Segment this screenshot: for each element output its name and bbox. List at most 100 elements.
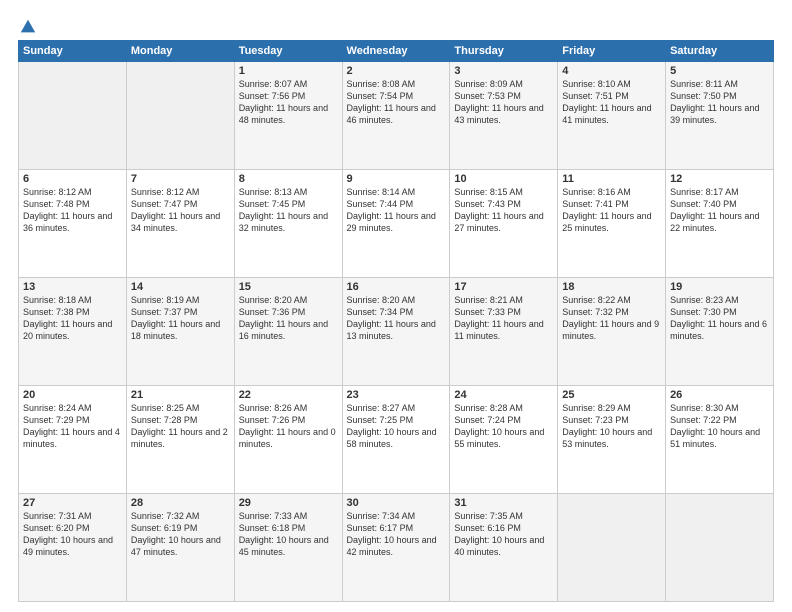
day-number: 3 <box>454 65 553 77</box>
day-number: 18 <box>562 281 661 293</box>
day-number: 4 <box>562 65 661 77</box>
day-cell: 14Sunrise: 8:19 AM Sunset: 7:37 PM Dayli… <box>126 278 234 386</box>
day-info: Sunrise: 8:16 AM Sunset: 7:41 PM Dayligh… <box>562 186 661 235</box>
day-number: 19 <box>670 281 769 293</box>
day-number: 6 <box>23 173 122 185</box>
day-number: 26 <box>670 389 769 401</box>
day-info: Sunrise: 8:10 AM Sunset: 7:51 PM Dayligh… <box>562 78 661 127</box>
day-cell <box>666 494 774 602</box>
week-row-3: 13Sunrise: 8:18 AM Sunset: 7:38 PM Dayli… <box>19 278 774 386</box>
day-info: Sunrise: 8:24 AM Sunset: 7:29 PM Dayligh… <box>23 402 122 451</box>
week-row-4: 20Sunrise: 8:24 AM Sunset: 7:29 PM Dayli… <box>19 386 774 494</box>
day-cell: 31Sunrise: 7:35 AM Sunset: 6:16 PM Dayli… <box>450 494 558 602</box>
day-cell: 5Sunrise: 8:11 AM Sunset: 7:50 PM Daylig… <box>666 62 774 170</box>
header <box>18 18 774 32</box>
day-cell: 7Sunrise: 8:12 AM Sunset: 7:47 PM Daylig… <box>126 170 234 278</box>
day-cell: 16Sunrise: 8:20 AM Sunset: 7:34 PM Dayli… <box>342 278 450 386</box>
day-cell: 19Sunrise: 8:23 AM Sunset: 7:30 PM Dayli… <box>666 278 774 386</box>
day-number: 11 <box>562 173 661 185</box>
weekday-header-row: SundayMondayTuesdayWednesdayThursdayFrid… <box>19 41 774 62</box>
day-cell: 18Sunrise: 8:22 AM Sunset: 7:32 PM Dayli… <box>558 278 666 386</box>
calendar: SundayMondayTuesdayWednesdayThursdayFrid… <box>18 40 774 602</box>
weekday-header-monday: Monday <box>126 41 234 62</box>
day-number: 27 <box>23 497 122 509</box>
day-number: 25 <box>562 389 661 401</box>
day-info: Sunrise: 8:23 AM Sunset: 7:30 PM Dayligh… <box>670 294 769 343</box>
page: SundayMondayTuesdayWednesdayThursdayFrid… <box>0 0 792 612</box>
day-info: Sunrise: 8:11 AM Sunset: 7:50 PM Dayligh… <box>670 78 769 127</box>
day-info: Sunrise: 8:22 AM Sunset: 7:32 PM Dayligh… <box>562 294 661 343</box>
day-info: Sunrise: 7:32 AM Sunset: 6:19 PM Dayligh… <box>131 510 230 559</box>
day-number: 22 <box>239 389 338 401</box>
day-info: Sunrise: 8:25 AM Sunset: 7:28 PM Dayligh… <box>131 402 230 451</box>
day-cell: 8Sunrise: 8:13 AM Sunset: 7:45 PM Daylig… <box>234 170 342 278</box>
weekday-header-friday: Friday <box>558 41 666 62</box>
day-number: 31 <box>454 497 553 509</box>
day-cell: 15Sunrise: 8:20 AM Sunset: 7:36 PM Dayli… <box>234 278 342 386</box>
day-number: 20 <box>23 389 122 401</box>
day-info: Sunrise: 8:12 AM Sunset: 7:47 PM Dayligh… <box>131 186 230 235</box>
day-info: Sunrise: 8:27 AM Sunset: 7:25 PM Dayligh… <box>347 402 446 451</box>
week-row-2: 6Sunrise: 8:12 AM Sunset: 7:48 PM Daylig… <box>19 170 774 278</box>
week-row-5: 27Sunrise: 7:31 AM Sunset: 6:20 PM Dayli… <box>19 494 774 602</box>
day-cell: 1Sunrise: 8:07 AM Sunset: 7:56 PM Daylig… <box>234 62 342 170</box>
day-number: 2 <box>347 65 446 77</box>
weekday-header-tuesday: Tuesday <box>234 41 342 62</box>
day-cell: 22Sunrise: 8:26 AM Sunset: 7:26 PM Dayli… <box>234 386 342 494</box>
day-info: Sunrise: 7:34 AM Sunset: 6:17 PM Dayligh… <box>347 510 446 559</box>
day-info: Sunrise: 7:31 AM Sunset: 6:20 PM Dayligh… <box>23 510 122 559</box>
day-info: Sunrise: 8:28 AM Sunset: 7:24 PM Dayligh… <box>454 402 553 451</box>
day-number: 10 <box>454 173 553 185</box>
day-info: Sunrise: 7:35 AM Sunset: 6:16 PM Dayligh… <box>454 510 553 559</box>
day-cell: 10Sunrise: 8:15 AM Sunset: 7:43 PM Dayli… <box>450 170 558 278</box>
day-number: 9 <box>347 173 446 185</box>
day-cell: 26Sunrise: 8:30 AM Sunset: 7:22 PM Dayli… <box>666 386 774 494</box>
day-cell: 28Sunrise: 7:32 AM Sunset: 6:19 PM Dayli… <box>126 494 234 602</box>
day-cell: 9Sunrise: 8:14 AM Sunset: 7:44 PM Daylig… <box>342 170 450 278</box>
day-cell: 24Sunrise: 8:28 AM Sunset: 7:24 PM Dayli… <box>450 386 558 494</box>
day-number: 17 <box>454 281 553 293</box>
day-cell: 4Sunrise: 8:10 AM Sunset: 7:51 PM Daylig… <box>558 62 666 170</box>
day-number: 16 <box>347 281 446 293</box>
week-row-1: 1Sunrise: 8:07 AM Sunset: 7:56 PM Daylig… <box>19 62 774 170</box>
day-info: Sunrise: 8:20 AM Sunset: 7:36 PM Dayligh… <box>239 294 338 343</box>
day-number: 1 <box>239 65 338 77</box>
day-info: Sunrise: 7:33 AM Sunset: 6:18 PM Dayligh… <box>239 510 338 559</box>
day-cell <box>126 62 234 170</box>
day-cell: 23Sunrise: 8:27 AM Sunset: 7:25 PM Dayli… <box>342 386 450 494</box>
day-number: 30 <box>347 497 446 509</box>
day-info: Sunrise: 8:12 AM Sunset: 7:48 PM Dayligh… <box>23 186 122 235</box>
weekday-header-wednesday: Wednesday <box>342 41 450 62</box>
day-info: Sunrise: 8:13 AM Sunset: 7:45 PM Dayligh… <box>239 186 338 235</box>
day-cell: 6Sunrise: 8:12 AM Sunset: 7:48 PM Daylig… <box>19 170 127 278</box>
day-number: 8 <box>239 173 338 185</box>
weekday-header-saturday: Saturday <box>666 41 774 62</box>
day-cell: 20Sunrise: 8:24 AM Sunset: 7:29 PM Dayli… <box>19 386 127 494</box>
day-number: 13 <box>23 281 122 293</box>
day-info: Sunrise: 8:14 AM Sunset: 7:44 PM Dayligh… <box>347 186 446 235</box>
day-number: 28 <box>131 497 230 509</box>
day-cell: 29Sunrise: 7:33 AM Sunset: 6:18 PM Dayli… <box>234 494 342 602</box>
day-info: Sunrise: 8:20 AM Sunset: 7:34 PM Dayligh… <box>347 294 446 343</box>
day-number: 14 <box>131 281 230 293</box>
day-cell: 12Sunrise: 8:17 AM Sunset: 7:40 PM Dayli… <box>666 170 774 278</box>
weekday-header-sunday: Sunday <box>19 41 127 62</box>
day-cell: 3Sunrise: 8:09 AM Sunset: 7:53 PM Daylig… <box>450 62 558 170</box>
day-info: Sunrise: 8:09 AM Sunset: 7:53 PM Dayligh… <box>454 78 553 127</box>
day-number: 29 <box>239 497 338 509</box>
day-number: 5 <box>670 65 769 77</box>
day-info: Sunrise: 8:29 AM Sunset: 7:23 PM Dayligh… <box>562 402 661 451</box>
day-cell: 2Sunrise: 8:08 AM Sunset: 7:54 PM Daylig… <box>342 62 450 170</box>
day-cell: 27Sunrise: 7:31 AM Sunset: 6:20 PM Dayli… <box>19 494 127 602</box>
day-number: 7 <box>131 173 230 185</box>
day-cell <box>19 62 127 170</box>
day-number: 12 <box>670 173 769 185</box>
logo <box>18 18 38 32</box>
day-info: Sunrise: 8:21 AM Sunset: 7:33 PM Dayligh… <box>454 294 553 343</box>
day-cell: 17Sunrise: 8:21 AM Sunset: 7:33 PM Dayli… <box>450 278 558 386</box>
weekday-header-thursday: Thursday <box>450 41 558 62</box>
day-cell: 30Sunrise: 7:34 AM Sunset: 6:17 PM Dayli… <box>342 494 450 602</box>
day-info: Sunrise: 8:08 AM Sunset: 7:54 PM Dayligh… <box>347 78 446 127</box>
day-number: 23 <box>347 389 446 401</box>
day-cell: 25Sunrise: 8:29 AM Sunset: 7:23 PM Dayli… <box>558 386 666 494</box>
